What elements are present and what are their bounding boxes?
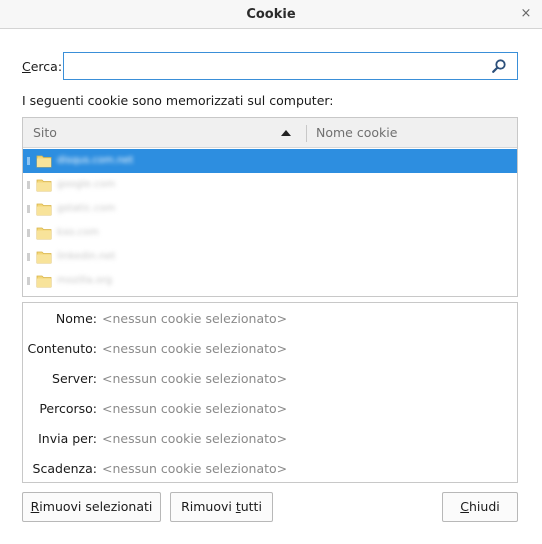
cookie-details: Nome: <nessun cookie selezionato> Contenut… bbox=[22, 302, 518, 483]
column-header-cookie-name[interactable]: Nome cookie bbox=[307, 118, 517, 148]
detail-label: Percorso: bbox=[39, 401, 97, 416]
site-host: gstatic.com bbox=[57, 203, 116, 214]
detail-row: Scadenza: <nessun cookie selezionato> bbox=[23, 459, 517, 479]
detail-row: Nome: <nessun cookie selezionato> bbox=[23, 309, 517, 329]
tree-row[interactable]: linkedin.net bbox=[23, 245, 517, 269]
detail-row: Percorso: <nessun cookie selezionato> bbox=[23, 399, 517, 419]
close-icon[interactable]: × bbox=[518, 6, 534, 22]
folder-icon bbox=[36, 227, 52, 240]
expand-twisty-icon[interactable] bbox=[27, 205, 30, 213]
tree-row[interactable]: google.com bbox=[23, 173, 517, 197]
search-field[interactable] bbox=[63, 52, 518, 80]
expand-twisty-icon[interactable] bbox=[27, 229, 30, 237]
detail-label: Server: bbox=[52, 371, 97, 386]
detail-value: <nessun cookie selezionato> bbox=[102, 341, 288, 356]
close-label: hiudi bbox=[469, 499, 500, 514]
site-host: disqus.com.net bbox=[57, 155, 134, 166]
column-header-site[interactable]: Sito bbox=[23, 118, 306, 148]
remove-selected-button[interactable]: Rimuovi selezionati bbox=[22, 492, 161, 522]
remove-selected-accesskey: R bbox=[30, 499, 40, 514]
folder-icon bbox=[36, 155, 52, 168]
search-label-rest: erca: bbox=[30, 59, 63, 74]
folder-icon bbox=[36, 251, 52, 264]
site-host: linkedin.net bbox=[57, 251, 116, 262]
detail-value: <nessun cookie selezionato> bbox=[102, 311, 288, 326]
search-icon[interactable] bbox=[491, 58, 507, 74]
cookie-tree[interactable]: Sito Nome cookie disqus.com.net google.co… bbox=[22, 117, 518, 297]
folder-icon bbox=[36, 179, 52, 192]
close-button[interactable]: Chiudi bbox=[442, 492, 518, 522]
detail-label: Nome: bbox=[55, 311, 97, 326]
folder-icon bbox=[36, 275, 52, 288]
detail-label: Scadenza: bbox=[32, 461, 97, 476]
tree-row[interactable]: kxo.com bbox=[23, 221, 517, 245]
close-accesskey: C bbox=[460, 499, 469, 514]
site-host: kxo.com bbox=[57, 227, 99, 238]
tree-row[interactable]: disqus.com.net bbox=[23, 149, 517, 173]
expand-twisty-icon[interactable] bbox=[27, 253, 30, 261]
intro-text: I seguenti cookie sono memorizzati sul c… bbox=[22, 93, 334, 108]
site-host: mozilla.org bbox=[57, 275, 113, 286]
detail-value: <nessun cookie selezionato> bbox=[102, 401, 288, 416]
detail-row: Server: <nessun cookie selezionato> bbox=[23, 369, 517, 389]
detail-label: Contenuto: bbox=[27, 341, 98, 356]
expand-twisty-icon[interactable] bbox=[27, 181, 30, 189]
tree-header: Sito Nome cookie bbox=[23, 118, 517, 148]
remove-all-label-pre: Rimuovi bbox=[181, 499, 236, 514]
detail-row: Invia per: <nessun cookie selezionato> bbox=[23, 429, 517, 449]
detail-label: Invia per: bbox=[38, 431, 97, 446]
detail-value: <nessun cookie selezionato> bbox=[102, 431, 288, 446]
title-bar: Cookie × bbox=[0, 0, 542, 29]
expand-twisty-icon[interactable] bbox=[27, 157, 30, 165]
search-input[interactable] bbox=[64, 53, 484, 79]
expand-twisty-icon[interactable] bbox=[27, 277, 30, 285]
remove-all-label-rest: utti bbox=[240, 499, 262, 514]
window-title: Cookie bbox=[246, 7, 296, 22]
folder-icon bbox=[36, 203, 52, 216]
tree-row[interactable]: gstatic.com bbox=[23, 197, 517, 221]
remove-all-button[interactable]: Rimuovi tutti bbox=[170, 492, 273, 522]
tree-row[interactable]: mozilla.org bbox=[23, 269, 517, 293]
sort-ascending-icon bbox=[281, 130, 291, 136]
detail-value: <nessun cookie selezionato> bbox=[102, 371, 288, 386]
site-host: google.com bbox=[57, 179, 116, 190]
detail-row: Contenuto: <nessun cookie selezionato> bbox=[23, 339, 517, 359]
remove-selected-label: imuovi selezionati bbox=[39, 499, 153, 514]
detail-value: <nessun cookie selezionato> bbox=[102, 461, 288, 476]
search-label: Cerca: bbox=[22, 59, 62, 74]
search-label-accesskey: C bbox=[22, 59, 31, 74]
